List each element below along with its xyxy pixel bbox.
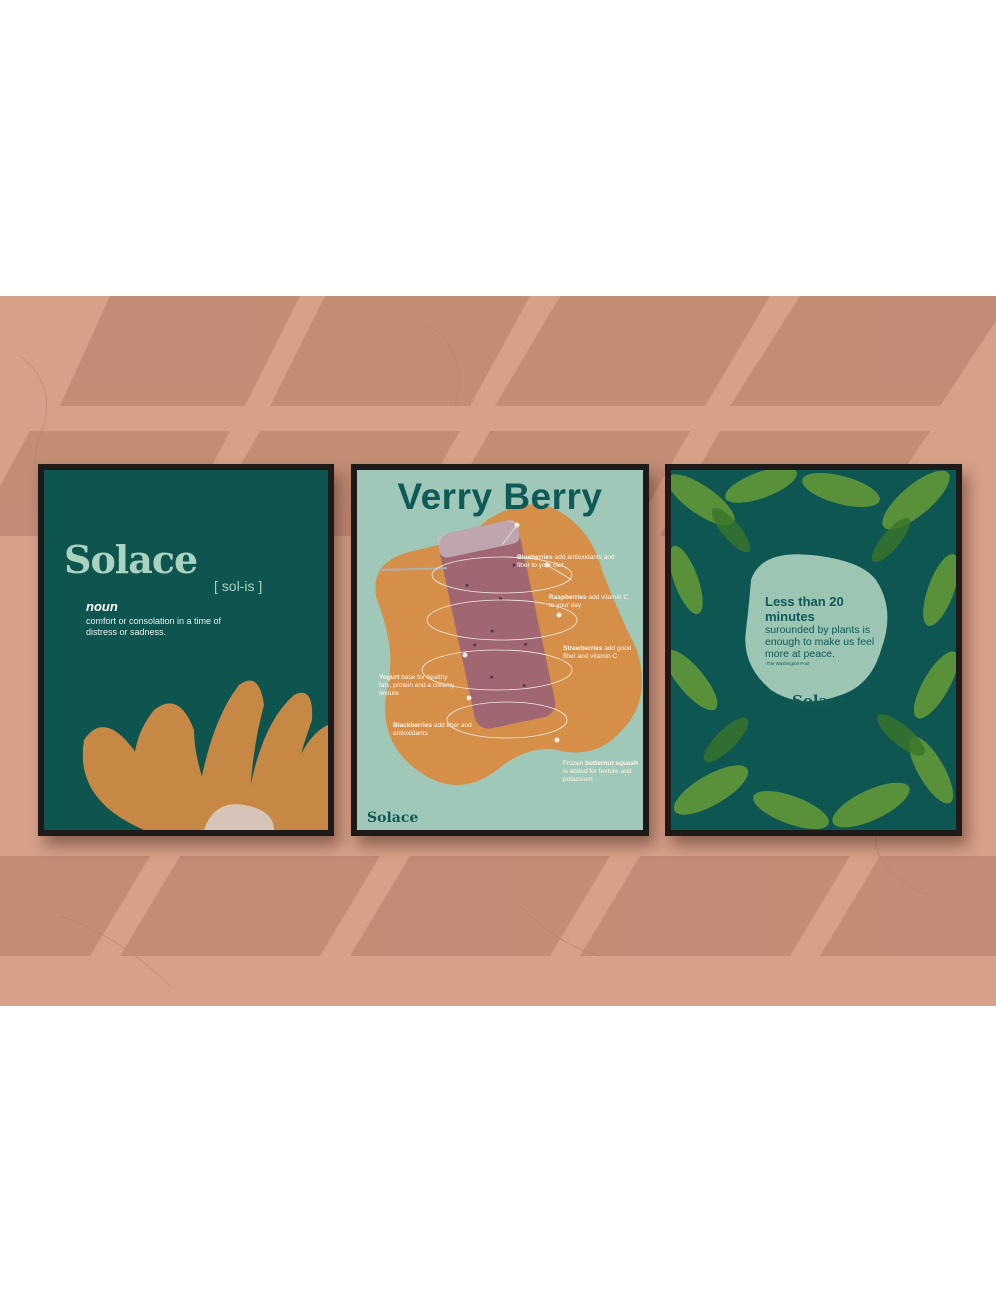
poster-plants-quote: Less than 20 minutes surounded by plants… [671,470,956,830]
annotation-bold: Raspberries [549,594,587,601]
quote-body: surounded by plants is enough to make us… [765,624,875,660]
annotation-blackberries: Blackberries add fiber and antioxidants [393,722,473,738]
solace-logo: Solace [792,692,847,710]
annotation-text: is added for texture and potassium [563,768,632,783]
annotation-raspberries: Raspberries add vitamin C to your day [549,594,629,610]
annotation-bold: Yogurt [379,674,400,681]
annotation-bold: Blueberries [517,554,553,561]
poster-frame-verry-berry: Verry Berry Blueberries add antioxidants… [351,464,649,836]
quote-block: Less than 20 minutes surounded by plants… [765,594,875,667]
flower-illustration [44,470,328,830]
annotation-bold: Strawberries [563,645,603,652]
annotation-bold: Blackberries [393,722,433,729]
definition-text: comfort or consolation in a time of dist… [86,616,222,637]
quote-headline: Less than 20 minutes [765,594,844,624]
annotation-strawberries: Strawberries add good fiber and vitamin … [563,645,633,661]
poster-verry-berry: Verry Berry Blueberries add antioxidants… [357,470,643,830]
poster-frame-solace-definition: Solace [ sol-is ] noun comfort or consol… [38,464,334,836]
poster-title: Verry Berry [397,476,603,517]
quote-source: -The Washington Post [765,661,810,666]
pronunciation: [ sol-is ] [214,578,263,594]
solace-logo: Solace [367,810,419,826]
annotation-yogurt: Yogurt base for healthy fats, protein an… [379,674,461,698]
annotation-bold: butternut squash [585,760,639,767]
annotation-prefix: Frozen [563,760,586,767]
solace-logo: Solace [64,537,198,582]
poster-frame-plants-quote: Less than 20 minutes surounded by plants… [665,464,962,836]
poster-solace-definition: Solace [ sol-is ] noun comfort or consol… [44,470,328,830]
annotation-blueberries: Blueberries add antioxidants and fiber t… [517,554,617,570]
annotation-butternut-squash: Frozen butternut squash is added for tex… [563,760,643,784]
part-of-speech: noun [86,599,118,614]
